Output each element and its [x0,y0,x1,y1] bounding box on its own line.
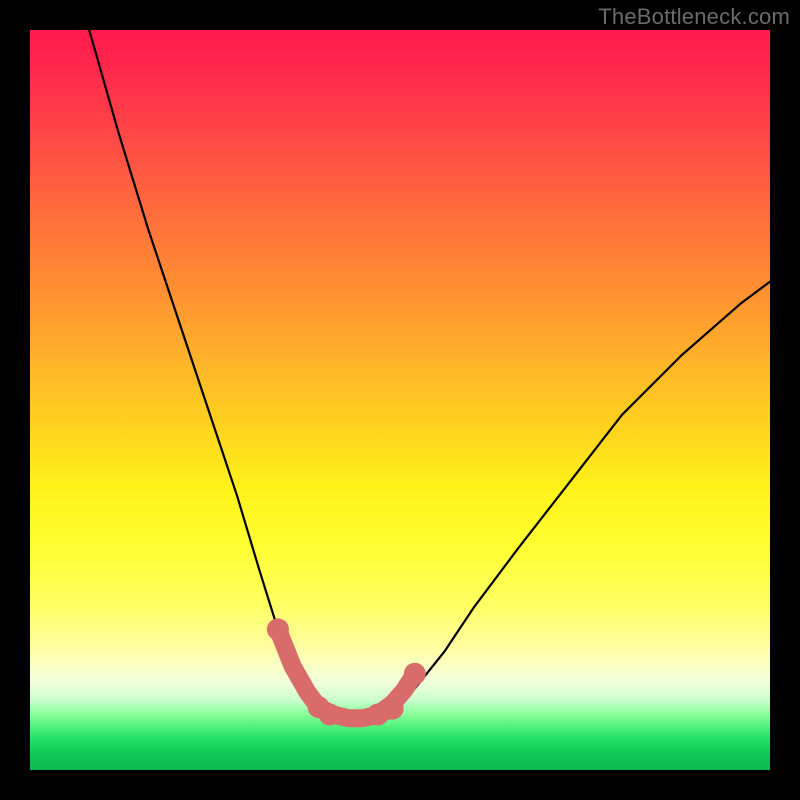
bottleneck-curve [89,30,770,718]
optimal-region-right-endpoint [404,663,426,685]
curve-layer [89,30,770,718]
chart-svg [30,30,770,770]
marker-layer [267,618,426,725]
chart-frame: TheBottleneck.com [0,0,800,800]
optimal-region-right-endpoint [367,704,389,726]
optimal-region-left-endpoint [267,618,289,640]
watermark-text: TheBottleneck.com [598,4,790,30]
chart-plot-area [30,30,770,770]
optimal-region-bottom-endpoint [308,696,330,718]
